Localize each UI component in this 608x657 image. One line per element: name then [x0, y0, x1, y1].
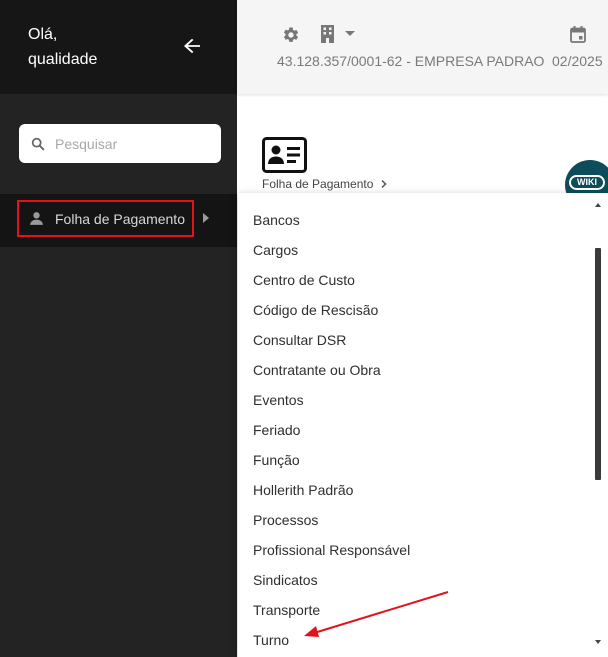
back-arrow-icon[interactable] [180, 34, 204, 58]
submenu-item-hollerith-padrao[interactable]: Hollerith Padrão [238, 475, 598, 505]
submenu-item-bancos[interactable]: Bancos [238, 205, 598, 235]
submenu-item-codigo-de-rescisao[interactable]: Código de Rescisão [238, 295, 598, 325]
calendar-icon[interactable] [570, 26, 586, 43]
caret-right-icon [203, 213, 209, 223]
breadcrumb[interactable]: Folha de Pagamento [262, 177, 389, 191]
greeting-line-1: Olá, [28, 26, 58, 43]
search-input[interactable] [55, 135, 205, 152]
scrollbar-thumb[interactable] [595, 248, 601, 480]
competence-period[interactable]: 02/2025 [552, 53, 603, 69]
chevron-down-icon[interactable] [345, 31, 355, 36]
id-card-icon [262, 137, 307, 173]
greeting: Olá, qualidade [28, 22, 97, 72]
submenu-list: Bancos Cargos Centro de Custo Código de … [238, 205, 598, 655]
submenu-item-consultar-dsr[interactable]: Consultar DSR [238, 325, 598, 355]
company-name: 43.128.357/0001-62 - EMPRESA PADRAO [277, 53, 545, 69]
greeting-username: qualidade [28, 51, 98, 68]
sidebar-item-label: Folha de Pagamento [55, 210, 185, 227]
sidebar-header: Olá, qualidade [0, 0, 237, 94]
submenu-item-turno[interactable]: Turno [238, 625, 598, 655]
top-bar [237, 0, 608, 94]
submenu-item-profissional-responsavel[interactable]: Profissional Responsável [238, 535, 598, 565]
user-icon [30, 212, 43, 225]
submenu-item-transporte[interactable]: Transporte [238, 595, 598, 625]
submenu-dropdown: Bancos Cargos Centro de Custo Código de … [238, 193, 608, 657]
wiki-icon: WIKI [569, 175, 605, 190]
sidebar: Olá, qualidade Folha de Pagamento [0, 0, 237, 657]
breadcrumb-label: Folha de Pagamento [262, 177, 374, 191]
submenu-item-cargos[interactable]: Cargos [238, 235, 598, 265]
gear-icon[interactable] [282, 26, 300, 44]
submenu-item-centro-de-custo[interactable]: Centro de Custo [238, 265, 598, 295]
scroll-up-arrow-icon[interactable] [595, 203, 601, 207]
submenu-item-sindicatos[interactable]: Sindicatos [238, 565, 598, 595]
sidebar-item-folha-de-pagamento[interactable]: Folha de Pagamento [17, 200, 194, 237]
chevron-right-icon [381, 179, 387, 189]
search-field[interactable] [19, 124, 221, 163]
search-icon [31, 137, 45, 150]
submenu-item-contratante-ou-obra[interactable]: Contratante ou Obra [238, 355, 598, 385]
building-icon[interactable] [320, 25, 335, 43]
scroll-down-arrow-icon[interactable] [595, 640, 601, 644]
app: Olá, qualidade Folha de Pagamento [0, 0, 608, 657]
submenu-item-funcao[interactable]: Função [238, 445, 598, 475]
submenu-item-processos[interactable]: Processos [238, 505, 598, 535]
submenu-item-eventos[interactable]: Eventos [238, 385, 598, 415]
submenu-item-feriado[interactable]: Feriado [238, 415, 598, 445]
